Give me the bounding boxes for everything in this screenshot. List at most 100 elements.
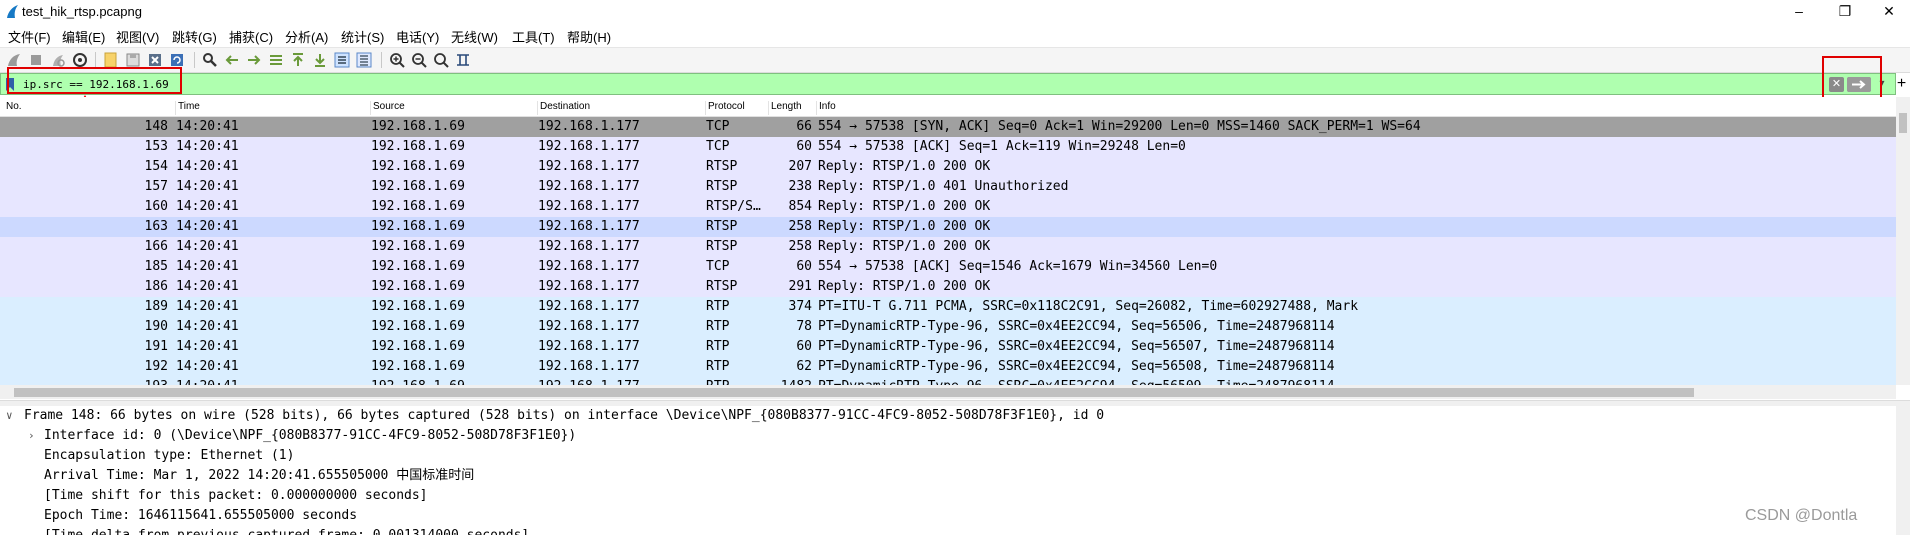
packet-row[interactable]: 153 14:20:41 192.168.1.69 192.168.1.177 … <box>0 137 1896 157</box>
cell-length: 291 <box>788 279 812 294</box>
packet-row[interactable]: 148 14:20:41 192.168.1.69 192.168.1.177 … <box>0 117 1896 137</box>
packet-row[interactable]: 189 14:20:41 192.168.1.69 192.168.1.177 … <box>0 297 1896 317</box>
menu-analyze[interactable]: 分析(A) <box>285 27 328 46</box>
column-header-source[interactable]: Source <box>370 101 405 115</box>
detail-row[interactable]: ∨ Frame 148: 66 bytes on wire (528 bits)… <box>0 406 1896 426</box>
detail-row[interactable]: › Interface id: 0 (\Device\NPF_{080B8377… <box>0 426 1896 446</box>
cell-source: 192.168.1.69 <box>371 279 465 294</box>
cell-length: 60 <box>796 259 812 274</box>
zoom-normal-icon[interactable] <box>432 51 450 69</box>
menu-telephony[interactable]: 电话(Y) <box>396 27 439 46</box>
menu-help[interactable]: 帮助(H) <box>567 27 611 46</box>
detail-row[interactable]: [Time delta from previous captured frame… <box>0 526 1896 535</box>
collapse-arrow-icon[interactable]: ∨ <box>6 406 13 426</box>
minimize-button[interactable]: – <box>1776 0 1822 22</box>
column-header-time[interactable]: Time <box>175 101 200 115</box>
cell-source: 192.168.1.69 <box>371 139 465 154</box>
cell-length: 62 <box>796 359 812 374</box>
menu-edit[interactable]: 编辑(E) <box>62 27 105 46</box>
cell-source: 192.168.1.69 <box>371 179 465 194</box>
column-header-protocol[interactable]: Protocol <box>705 101 745 115</box>
go-last-icon[interactable] <box>311 51 329 69</box>
cell-protocol: RTSP <box>706 159 738 174</box>
zoom-in-icon[interactable] <box>388 51 406 69</box>
cell-protocol: RTSP <box>706 239 738 254</box>
cell-no: 160 <box>144 199 168 214</box>
cell-destination: 192.168.1.177 <box>538 339 640 354</box>
cell-time: 14:20:41 <box>176 339 239 354</box>
menu-capture[interactable]: 捕获(C) <box>229 27 273 46</box>
cell-time: 14:20:41 <box>176 299 239 314</box>
packet-list-hscroll-thumb[interactable] <box>14 388 1694 397</box>
column-header-destination[interactable]: Destination <box>537 101 590 115</box>
packet-row[interactable]: 192 14:20:41 192.168.1.69 192.168.1.177 … <box>0 357 1896 377</box>
packet-row[interactable]: 154 14:20:41 192.168.1.69 192.168.1.177 … <box>0 157 1896 177</box>
cell-time: 14:20:41 <box>176 359 239 374</box>
menu-statistics[interactable]: 统计(S) <box>341 27 384 46</box>
cell-protocol: TCP <box>706 259 730 274</box>
menu-wireless[interactable]: 无线(W) <box>451 27 498 46</box>
display-filter-input[interactable] <box>23 76 1813 92</box>
cell-info: PT=ITU-T G.711 PCMA, SSRC=0x118C2C91, Se… <box>818 299 1359 314</box>
find-packet-icon[interactable] <box>201 51 219 69</box>
zoom-out-icon[interactable] <box>410 51 428 69</box>
detail-row[interactable]: [Time shift for this packet: 0.000000000… <box>0 486 1896 506</box>
packet-row[interactable]: 193 14:20:41 192.168.1.69 192.168.1.177 … <box>0 377 1896 385</box>
expand-arrow-icon[interactable]: › <box>28 426 35 446</box>
cell-source: 192.168.1.69 <box>371 219 465 234</box>
cell-info: 554 → 57538 [ACK] Seq=1546 Ack=1679 Win=… <box>818 259 1218 274</box>
menu-tools[interactable]: 工具(T) <box>512 27 555 46</box>
packet-list-vscroll-thumb[interactable] <box>1899 113 1907 133</box>
packet-row[interactable]: 163 14:20:41 192.168.1.69 192.168.1.177 … <box>0 217 1896 237</box>
detail-row[interactable]: Epoch Time: 1646115641.655505000 seconds <box>0 506 1896 526</box>
resize-columns-icon[interactable] <box>454 51 472 69</box>
go-first-icon[interactable] <box>289 51 307 69</box>
packet-row[interactable]: 190 14:20:41 192.168.1.69 192.168.1.177 … <box>0 317 1896 337</box>
detail-row[interactable]: Encapsulation type: Ethernet (1) <box>0 446 1896 466</box>
cell-no: 153 <box>144 139 168 154</box>
packet-details-vscroll[interactable] <box>1896 406 1910 535</box>
restore-button[interactable]: ❐ <box>1822 0 1868 22</box>
column-header-length[interactable]: Length <box>768 101 802 115</box>
cell-destination: 192.168.1.177 <box>538 359 640 374</box>
cell-protocol: RTP <box>706 319 730 334</box>
cell-protocol: RTSP/S… <box>706 199 761 214</box>
cell-no: 157 <box>144 179 168 194</box>
cell-source: 192.168.1.69 <box>371 119 465 134</box>
detail-row[interactable]: Arrival Time: Mar 1, 2022 14:20:41.65550… <box>0 466 1896 486</box>
menu-go[interactable]: 跳转(G) <box>172 27 217 46</box>
packet-row[interactable]: 185 14:20:41 192.168.1.69 192.168.1.177 … <box>0 257 1896 277</box>
cell-source: 192.168.1.69 <box>371 359 465 374</box>
cell-destination: 192.168.1.177 <box>538 279 640 294</box>
go-forward-icon[interactable] <box>245 51 263 69</box>
packet-row[interactable]: 166 14:20:41 192.168.1.69 192.168.1.177 … <box>0 237 1896 257</box>
cell-destination: 192.168.1.177 <box>538 239 640 254</box>
column-header-no[interactable]: No. <box>4 101 22 115</box>
close-button[interactable]: ✕ <box>1866 0 1910 22</box>
packet-list-vscroll[interactable] <box>1896 97 1910 385</box>
packet-row[interactable]: 160 14:20:41 192.168.1.69 192.168.1.177 … <box>0 197 1896 217</box>
title-bar: test_hik_rtsp.pcapng – ❐ ✕ <box>0 0 1910 24</box>
menu-view[interactable]: 视图(V) <box>116 27 159 46</box>
cell-time: 14:20:41 <box>176 179 239 194</box>
detail-text: Arrival Time: Mar 1, 2022 14:20:41.65550… <box>44 468 475 483</box>
cell-source: 192.168.1.69 <box>371 199 465 214</box>
packet-row[interactable]: 157 14:20:41 192.168.1.69 192.168.1.177 … <box>0 177 1896 197</box>
cell-protocol: RTP <box>706 377 766 385</box>
cell-info: 554 → 57538 [SYN, ACK] Seq=0 Ack=1 Win=2… <box>818 119 1421 134</box>
go-back-icon[interactable] <box>223 51 241 69</box>
cell-source: 192.168.1.69 <box>371 339 465 354</box>
add-filter-button[interactable]: + <box>1893 73 1910 95</box>
go-to-packet-icon[interactable] <box>267 51 285 69</box>
detail-text: Frame 148: 66 bytes on wire (528 bits), … <box>24 408 1105 423</box>
autoscroll-icon[interactable] <box>333 51 351 69</box>
colorize-icon[interactable] <box>355 51 373 69</box>
cell-no: 185 <box>144 259 168 274</box>
cell-length: 60 <box>796 339 812 354</box>
cell-no: 186 <box>144 279 168 294</box>
packet-row[interactable]: 186 14:20:41 192.168.1.69 192.168.1.177 … <box>0 277 1896 297</box>
packet-details: ∨ Frame 148: 66 bytes on wire (528 bits)… <box>0 406 1896 535</box>
column-header-info[interactable]: Info <box>816 101 836 115</box>
packet-row[interactable]: 191 14:20:41 192.168.1.69 192.168.1.177 … <box>0 337 1896 357</box>
menu-file[interactable]: 文件(F) <box>8 27 51 46</box>
